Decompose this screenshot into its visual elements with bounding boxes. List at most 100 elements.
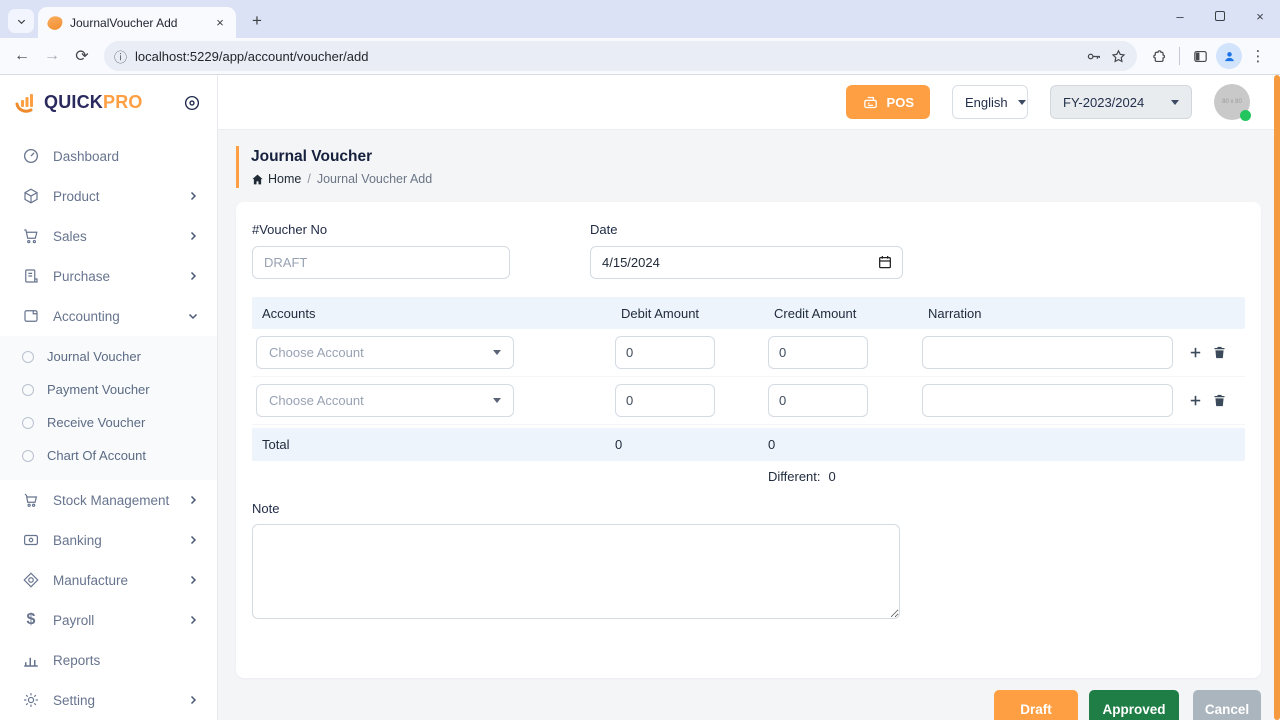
total-debit-value: 0 [615,437,623,452]
different-row: Different: 0 [252,461,1245,491]
draft-button[interactable]: Draft [994,690,1078,720]
logo-row: QUICKPRO [0,75,217,130]
page-scrollbar[interactable] [1274,75,1280,720]
user-avatar[interactable]: 80 x 80 [1214,84,1251,121]
browser-profile-avatar[interactable] [1216,43,1242,69]
language-select[interactable]: English [952,85,1028,119]
back-button[interactable]: ← [8,42,36,70]
sidebar-item-manufacture[interactable]: Manufacture [0,560,217,600]
url-bar[interactable]: ⓘ localhost:5229/app/account/voucher/add [104,41,1137,71]
col-header-narration: Narration [928,305,982,321]
trash-icon [1214,394,1225,407]
online-status-dot [1240,110,1251,121]
sidebar-item-reports[interactable]: Reports [0,640,217,680]
credit-amount-input[interactable] [768,336,868,369]
cancel-button[interactable]: Cancel [1193,690,1261,720]
delete-row-button[interactable] [1212,345,1227,360]
radio-circle-icon [22,383,34,396]
reload-button[interactable]: ⟳ [68,42,96,70]
sidebar-item-accounting[interactable]: Accounting [0,296,217,336]
new-tab-button[interactable]: + [244,8,270,34]
app-header: POS English FY-2023/2024 80 x 80 [218,75,1280,130]
chevron-down-icon [493,350,501,355]
url-text[interactable]: localhost:5229/app/account/voucher/add [135,49,1077,64]
cash-register-icon [863,96,877,108]
app-window: QUICKPRO Dashboard Product Sales Purchas… [0,75,1280,720]
browser-tab-strip: JournalVoucher Add × + – × [0,0,1280,38]
window-close-button[interactable]: × [1240,0,1280,32]
banking-card-icon [22,531,40,549]
radio-circle-icon [22,350,34,363]
logo-text-primary: QUICK [44,92,103,112]
chevron-down-icon [17,19,25,24]
toolbar-divider [1179,47,1180,65]
credit-amount-input[interactable] [768,384,868,417]
note-textarea[interactable] [252,524,900,619]
submenu-item-chart-of-account[interactable]: Chart Of Account [0,439,217,472]
sidebar-item-product[interactable]: Product [0,176,217,216]
stock-cart-icon [22,491,40,509]
logo-icon [15,93,33,113]
payroll-dollar-icon: $ [26,611,36,628]
manufacture-icon [22,571,40,589]
side-panel-icon[interactable] [1186,42,1214,70]
col-header-debit: Debit Amount [621,305,700,321]
sidebar-item-payroll[interactable]: $ Payroll [0,600,217,640]
breadcrumb-home-link[interactable]: Home [251,172,301,186]
col-header-credit: Credit Amount [774,305,857,321]
date-input[interactable] [590,246,903,279]
sidebar-item-dashboard[interactable]: Dashboard [0,136,217,176]
total-label: Total [262,437,290,452]
logo-text-secondary: PRO [103,92,143,112]
window-maximize-button[interactable] [1200,0,1240,32]
bookmark-star-icon[interactable] [1110,48,1127,65]
add-row-button[interactable] [1188,345,1203,360]
forward-button[interactable]: → [38,42,66,70]
sidebar-nav: Dashboard Product Sales Purchase Account… [0,130,217,720]
chevron-right-icon [187,574,199,586]
app-favicon-icon [45,13,65,32]
sidebar-toggle-icon[interactable] [183,94,201,112]
tab-close-icon[interactable]: × [212,15,228,31]
sidebar-item-purchase[interactable]: Purchase [0,256,217,296]
chevron-right-icon [187,694,199,706]
dashboard-icon [22,147,40,165]
debit-amount-input[interactable] [615,336,715,369]
password-key-icon[interactable] [1085,48,1102,65]
submenu-item-journal-voucher[interactable]: Journal Voucher [0,340,217,373]
submenu-item-receive-voucher[interactable]: Receive Voucher [0,406,217,439]
chevron-down-icon [493,398,501,403]
col-header-accounts: Accounts [262,305,316,321]
chevron-down-icon [1171,99,1179,105]
voucher-no-input[interactable] [252,246,510,279]
extensions-icon[interactable] [1145,42,1173,70]
add-row-button[interactable] [1188,393,1203,408]
tab-search-button[interactable] [8,9,34,33]
delete-row-button[interactable] [1212,393,1227,408]
table-header-row: Accounts Debit Amount Credit Amount Narr… [252,297,1245,329]
fiscal-year-select[interactable]: FY-2023/2024 [1050,85,1192,119]
maximize-icon [1215,11,1225,21]
sidebar-item-stock-management[interactable]: Stock Management [0,480,217,520]
approved-button[interactable]: Approved [1089,690,1179,720]
narration-input[interactable] [922,384,1173,417]
calendar-icon[interactable] [877,254,893,270]
sidebar-item-setting[interactable]: Setting [0,680,217,720]
sidebar: QUICKPRO Dashboard Product Sales Purchas… [0,75,218,720]
sidebar-item-sales[interactable]: Sales [0,216,217,256]
browser-tab[interactable]: JournalVoucher Add × [38,7,236,38]
submenu-item-payment-voucher[interactable]: Payment Voucher [0,373,217,406]
voucher-no-label: #Voucher No [252,222,328,237]
narration-input[interactable] [922,336,1173,369]
sidebar-item-banking[interactable]: Banking [0,520,217,560]
debit-amount-input[interactable] [615,384,715,417]
pos-button[interactable]: POS [845,85,930,119]
quickpro-logo[interactable]: QUICKPRO [14,91,143,115]
site-info-icon[interactable]: ⓘ [114,47,127,66]
account-select[interactable]: Choose Account [256,384,514,417]
browser-menu-icon[interactable]: ⋮ [1244,42,1272,70]
window-minimize-button[interactable]: – [1160,0,1200,32]
breadcrumb: Home / Journal Voucher Add [251,172,1261,186]
account-select[interactable]: Choose Account [256,336,514,369]
total-row: Total 0 0 [252,428,1245,461]
